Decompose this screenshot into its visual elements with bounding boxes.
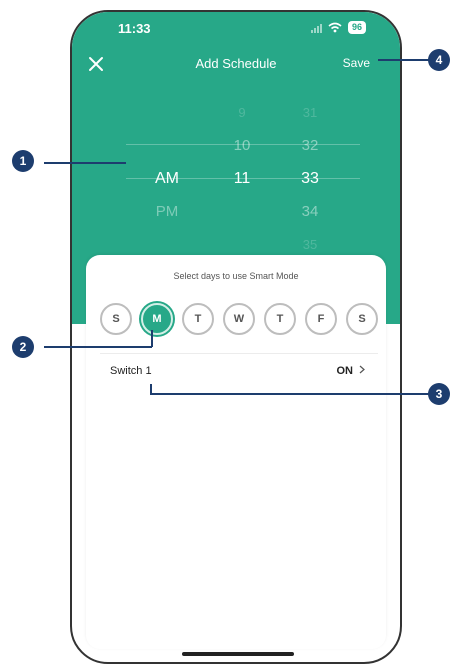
battery-indicator: 96: [347, 21, 366, 34]
picker-minute-column[interactable]: 31 32 33 34 35: [275, 92, 345, 261]
picker-ampm-option: PM: [155, 203, 179, 220]
day-button-thursday[interactable]: T: [264, 303, 296, 335]
switch-label: Switch 1: [110, 365, 152, 377]
picker-ampm-selected: AM: [155, 170, 179, 187]
days-prompt: Select days to use Smart Mode: [173, 271, 299, 281]
callout-line-4: [378, 59, 430, 61]
callout-line-2: [44, 346, 152, 348]
callout-line-3: [150, 393, 432, 395]
callout-badge-3: 3: [428, 383, 450, 405]
callout-badge-4: 4: [428, 49, 450, 71]
divider: [100, 353, 378, 354]
time-picker[interactable]: AM PM 9 10 11 31 32 33 34 35: [112, 92, 372, 272]
callout-line-1: [44, 162, 126, 164]
picker-minute-option: 34: [301, 203, 319, 220]
picker-hour-option: 9: [238, 105, 246, 120]
wifi-icon: [328, 22, 342, 33]
day-button-saturday[interactable]: S: [346, 303, 378, 335]
phone-frame: 11:33 96 Add Schedule Save AM PM 9 10 11…: [70, 10, 402, 664]
schedule-card: Select days to use Smart Mode S M T W T …: [86, 255, 386, 649]
picker-minute-selected: 33: [301, 170, 319, 187]
home-indicator: [182, 652, 294, 656]
callout-badge-2: 2: [12, 336, 34, 358]
day-button-tuesday[interactable]: T: [182, 303, 214, 335]
callout-line-2-vertical: [151, 330, 153, 347]
signal-icon: [310, 23, 322, 33]
switch-row[interactable]: Switch 1 ON: [110, 365, 366, 385]
nav-bar: Add Schedule Save: [72, 50, 400, 80]
status-bar: 11:33 96: [72, 12, 400, 46]
callout-badge-1: 1: [12, 150, 34, 172]
picker-hour-option: 10: [233, 137, 251, 154]
picker-minute-option: 32: [301, 137, 319, 154]
picker-minute-option: 31: [302, 105, 318, 120]
chevron-right-icon: [359, 365, 365, 374]
picker-hour-column[interactable]: 9 10 11: [207, 92, 277, 195]
picker-ampm-column[interactable]: AM PM: [132, 92, 202, 228]
day-button-monday[interactable]: M: [141, 303, 173, 335]
save-button[interactable]: Save: [343, 56, 370, 70]
status-time: 11:33: [118, 21, 151, 36]
switch-value: ON: [336, 365, 366, 377]
switch-state: ON: [336, 365, 353, 377]
day-button-friday[interactable]: F: [305, 303, 337, 335]
picker-hour-selected: 11: [233, 170, 251, 187]
day-button-sunday[interactable]: S: [100, 303, 132, 335]
status-icons: 96: [310, 21, 366, 34]
day-button-wednesday[interactable]: W: [223, 303, 255, 335]
day-selector: S M T W T F S: [100, 303, 378, 335]
